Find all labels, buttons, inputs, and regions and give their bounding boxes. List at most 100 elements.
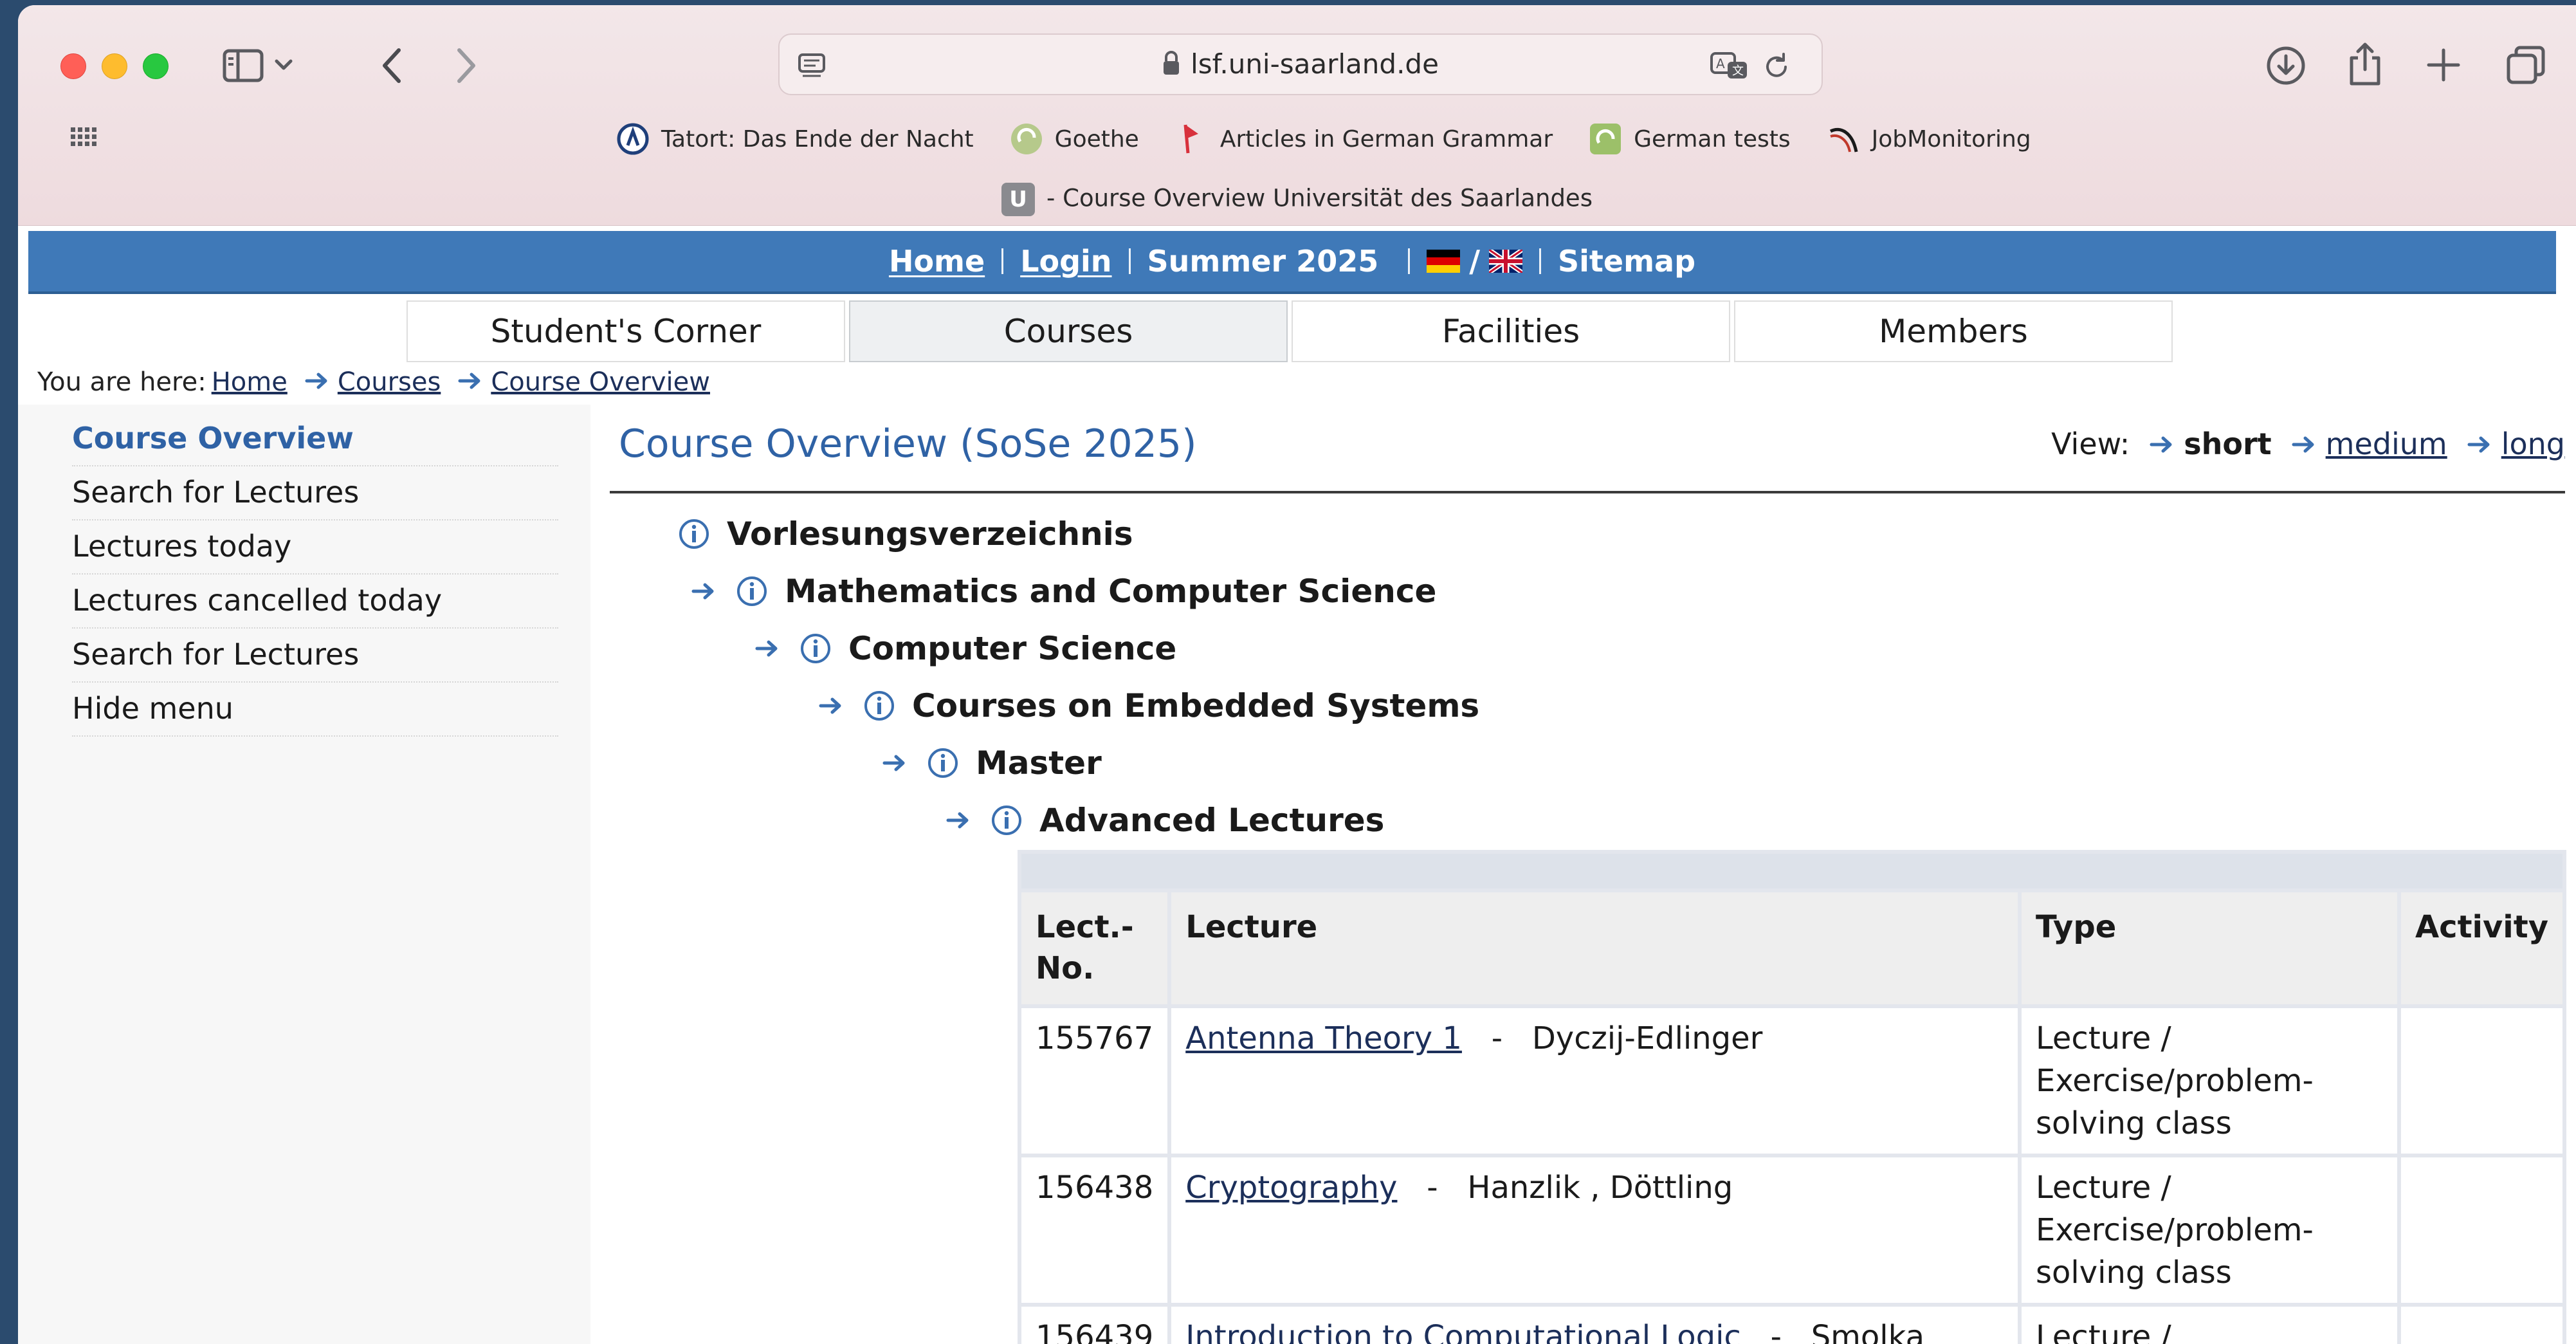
- reload-icon[interactable]: [1762, 53, 1791, 81]
- view-short: short: [2184, 427, 2272, 461]
- tab-title: - Course Overview Universität des Saarla…: [1046, 184, 1593, 212]
- info-icon[interactable]: [863, 690, 895, 722]
- info-icon[interactable]: [736, 575, 768, 607]
- bookmark-label: JobMonitoring: [1871, 125, 2031, 152]
- sidebar-item-hide-menu[interactable]: Hide menu: [72, 683, 558, 737]
- bookmark-item[interactable]: JobMonitoring: [1827, 122, 2031, 156]
- browser-window: lsf.uni-saarland.de A文 Tatort: Das Ende …: [18, 5, 2576, 1344]
- lecture-link[interactable]: Introduction to Computational Logic: [1185, 1319, 1741, 1344]
- sidebar-item-course-overview[interactable]: Course Overview: [72, 412, 558, 466]
- tree-label[interactable]: Mathematics and Computer Science: [785, 573, 1436, 610]
- bookmarks-bar: Tatort: Das Ende der Nacht Goethe Articl…: [616, 120, 2067, 158]
- tree-item: Mathematics and Computer Science: [691, 573, 1436, 610]
- forward-icon[interactable]: [455, 48, 479, 84]
- arrow-right-icon: [304, 367, 330, 397]
- arrow-right-icon: [946, 812, 969, 829]
- sidebar-toggle-icon[interactable]: [223, 49, 264, 82]
- tab-facilities[interactable]: Facilities: [1292, 300, 1730, 362]
- column-header-type[interactable]: Type: [2022, 892, 2397, 1004]
- tab-members[interactable]: Members: [1734, 300, 2173, 362]
- column-header-number[interactable]: Lect.- No.: [1021, 892, 1168, 1004]
- bookmark-item[interactable]: Goethe: [1010, 122, 1139, 156]
- info-icon[interactable]: [927, 747, 959, 779]
- breadcrumb-courses[interactable]: Courses: [338, 367, 441, 397]
- breadcrumb-course-overview[interactable]: Course Overview: [491, 367, 710, 397]
- table-row: 156439 Introduction to Computational Log…: [1021, 1307, 2562, 1344]
- info-icon[interactable]: [678, 518, 710, 550]
- breadcrumb-prefix: You are here:: [37, 367, 206, 397]
- lecture-link[interactable]: Cryptography: [1185, 1170, 1397, 1206]
- lectures-table: Lect.- No. Lecture Type Activity 155767 A…: [1018, 850, 2566, 1344]
- main-tabs: Student's Corner Courses Facilities Memb…: [406, 300, 2177, 362]
- column-header-activity[interactable]: Activity: [2401, 892, 2562, 1004]
- browser-tab[interactable]: U - Course Overview Universität des Saarl…: [18, 183, 2576, 216]
- lecture-cell: Antenna Theory 1 - Dyczij-Edlinger: [1171, 1008, 2018, 1154]
- new-tab-icon[interactable]: [2426, 48, 2461, 82]
- tree-label[interactable]: Vorlesungsverzeichnis: [727, 515, 1133, 553]
- sidebar-item-lectures-cancelled[interactable]: Lectures cancelled today: [72, 575, 558, 629]
- bookmark-label: Goethe: [1054, 125, 1139, 152]
- tab-students-corner[interactable]: Student's Corner: [406, 300, 845, 362]
- semester-label: Summer 2025: [1147, 244, 1379, 279]
- tree-label[interactable]: Computer Science: [848, 630, 1176, 667]
- german-flag-icon[interactable]: [1427, 250, 1461, 273]
- arrow-right-icon: [2467, 427, 2492, 461]
- bookmark-item[interactable]: German tests: [1589, 122, 1791, 156]
- address-bar[interactable]: lsf.uni-saarland.de A文: [778, 33, 1823, 95]
- tree-item: Vorlesungsverzeichnis: [678, 515, 1133, 553]
- page-title: Course Overview (SoSe 2025): [619, 421, 1197, 466]
- divider: [1128, 248, 1131, 274]
- tab-courses[interactable]: Courses: [849, 300, 1288, 362]
- lecture-cell: Cryptography - Hanzlik , Döttling: [1171, 1157, 2018, 1303]
- url-text: lsf.uni-saarland.de: [1191, 48, 1439, 80]
- uk-flag-icon[interactable]: [1489, 250, 1523, 273]
- tab-overview-icon[interactable]: [2506, 45, 2546, 85]
- lecture-link[interactable]: Antenna Theory 1: [1185, 1020, 1462, 1056]
- view-medium-link[interactable]: medium: [2326, 427, 2447, 461]
- info-icon[interactable]: [991, 804, 1023, 836]
- tree-label[interactable]: Advanced Lectures: [1039, 802, 1384, 839]
- bookmark-item[interactable]: Articles in German Grammar: [1175, 122, 1553, 156]
- sitemap-link[interactable]: Sitemap: [1558, 244, 1695, 279]
- url-display: lsf.uni-saarland.de: [780, 35, 1822, 97]
- sidebar-menu: Course Overview Search for Lectures Lect…: [72, 412, 558, 737]
- heading-row: Course Overview (SoSe 2025) View: short …: [610, 407, 2565, 493]
- apps-grid-icon[interactable]: [71, 127, 96, 147]
- column-header-lecture[interactable]: Lecture: [1171, 892, 2018, 1004]
- jobmonitoring-icon: [1827, 122, 1860, 156]
- download-icon[interactable]: [2265, 45, 2307, 86]
- tree-label[interactable]: Master: [976, 744, 1102, 782]
- lecture-type: Lecture / Exercise/problem-solving class: [2022, 1157, 2397, 1303]
- breadcrumb-home[interactable]: Home: [212, 367, 288, 397]
- bookmark-item[interactable]: Tatort: Das Ende der Nacht: [616, 122, 974, 156]
- bookmark-label: Articles in German Grammar: [1219, 125, 1553, 152]
- lecturers: Hanzlik , Döttling: [1467, 1170, 1733, 1206]
- sidebar-item-lectures-today[interactable]: Lectures today: [72, 520, 558, 575]
- tree-label[interactable]: Courses on Embedded Systems: [912, 687, 1479, 724]
- sidebar-item-search-lectures[interactable]: Search for Lectures: [72, 466, 558, 520]
- sidebar-item-search-lectures-2[interactable]: Search for Lectures: [72, 629, 558, 683]
- table-header-row: Lect.- No. Lecture Type Activity: [1021, 892, 2562, 1004]
- lecture-number: 156438: [1021, 1157, 1168, 1303]
- minimize-window-button[interactable]: [102, 53, 127, 79]
- tree-item: Courses on Embedded Systems: [818, 687, 1479, 724]
- zoom-window-button[interactable]: [143, 53, 169, 79]
- svg-text:文: 文: [1732, 64, 1744, 78]
- close-window-button[interactable]: [60, 53, 86, 79]
- arrow-right-icon: [2291, 427, 2317, 461]
- table-row: 156438 Cryptography - Hanzlik , Döttling…: [1021, 1157, 2562, 1303]
- home-link[interactable]: Home: [889, 244, 985, 279]
- lecturers: Smolka: [1811, 1319, 1924, 1344]
- back-icon[interactable]: [379, 48, 403, 84]
- translate-icon[interactable]: A文: [1710, 51, 1749, 80]
- share-icon[interactable]: [2348, 41, 2382, 86]
- view-long-link[interactable]: long: [2501, 427, 2565, 461]
- lock-icon: [1162, 37, 1180, 97]
- info-icon[interactable]: [799, 632, 832, 665]
- ard-icon: [616, 122, 650, 156]
- lecture-type: Lecture / Exercise/problem-solving class: [2022, 1008, 2397, 1154]
- goethe-icon: [1010, 122, 1043, 156]
- chevron-down-icon[interactable]: [274, 58, 293, 72]
- login-link[interactable]: Login: [1020, 244, 1111, 279]
- tree-item: Computer Science: [754, 630, 1176, 667]
